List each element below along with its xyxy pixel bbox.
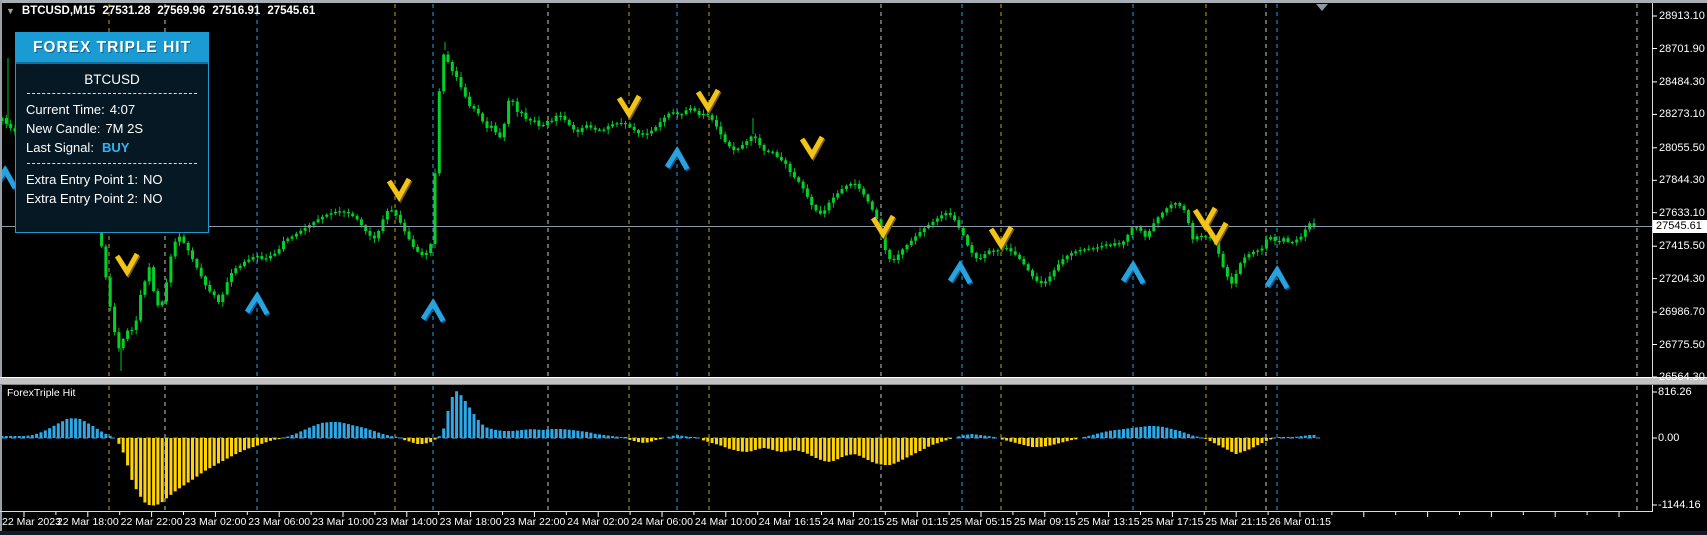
price-axis-label: 28273.10 <box>1659 108 1705 121</box>
panel-separator <box>27 93 197 94</box>
price-axis-label: 26564.30 <box>1659 371 1705 383</box>
symbol-dropdown-icon[interactable]: ▼ <box>6 6 15 16</box>
panel-row-last-signal: Last Signal: BUY <box>26 140 130 155</box>
chart-canvas[interactable] <box>0 0 1707 535</box>
price-axis-label: 28055.50 <box>1659 141 1705 154</box>
price-axis-label: 28913.10 <box>1659 10 1705 22</box>
panel-symbol: BTCUSD <box>84 72 140 87</box>
panel-row-current-time: Current Time: 4:07 <box>26 102 136 117</box>
window-bottom-border <box>0 531 1707 535</box>
price-axis-label: 27204.30 <box>1659 272 1705 285</box>
sell-arrow-icon <box>695 88 721 113</box>
current-price-tag: 27545.61 <box>1653 220 1707 233</box>
panel-title: FOREX TRIPLE HIT <box>16 33 208 64</box>
panel-separator <box>27 163 197 164</box>
subwindow-indicator-name: ForexTriple Hit <box>7 387 76 399</box>
last-signal-value: BUY <box>101 140 130 155</box>
sell-arrow-icon <box>616 94 642 119</box>
subwindow-separator[interactable] <box>0 377 1707 385</box>
ohlc-high: 27569.96 <box>157 5 206 17</box>
ohlc-close: 27545.61 <box>267 5 316 17</box>
sell-arrow-icon <box>1192 206 1218 231</box>
indicator-axis-label: -1144.16 <box>1658 499 1701 511</box>
mt4-chart-window: ▼ BTCUSD,M15 27531.28 27569.96 27516.91 27545… <box>0 0 1707 535</box>
price-axis-label: 28701.90 <box>1659 42 1705 55</box>
indicator-axis-label: 816.26 <box>1658 386 1692 398</box>
price-axis-label: 26775.50 <box>1659 338 1705 351</box>
ohlc-low: 27516.91 <box>212 5 261 17</box>
window-left-border <box>0 0 2 535</box>
time-axis-border <box>0 511 1653 512</box>
panel-row-extra-entry-1: Extra Entry Point 1: NO <box>26 172 163 187</box>
indicator-panel: FOREX TRIPLE HIT BTCUSD Current Time: 4:0… <box>15 32 209 233</box>
price-axis-label: 27633.10 <box>1659 206 1705 219</box>
window-top-border <box>0 0 1707 3</box>
buy-arrow-icon <box>947 260 973 285</box>
chart-title-ohlc: ▼ BTCUSD,M15 27531.28 27569.96 27516.91 27545… <box>6 5 315 17</box>
price-axis-label: 27415.50 <box>1659 240 1705 253</box>
panel-row-new-candle: New Candle: 7M 2S <box>26 121 144 136</box>
buy-arrow-icon <box>1120 260 1146 285</box>
sell-arrow-icon <box>799 135 825 160</box>
price-axis-label: 26986.70 <box>1659 306 1705 319</box>
sell-arrow-icon <box>114 252 140 277</box>
ohlc-open: 27531.28 <box>102 5 151 17</box>
oscillator-histogram <box>0 391 1316 506</box>
buy-arrow-icon <box>0 165 18 190</box>
indicator-axis-label: 0.00 <box>1658 432 1680 444</box>
price-axis-label: 27844.30 <box>1659 174 1705 187</box>
price-axis-label: 28484.30 <box>1659 75 1705 88</box>
sell-arrow-icon <box>870 214 896 239</box>
scroll-marker-icon[interactable] <box>1316 4 1328 11</box>
panel-row-extra-entry-2: Extra Entry Point 2: NO <box>26 191 163 206</box>
sell-arrow-icon <box>386 177 412 202</box>
time-axis-label: 26 Mar 01:15 <box>1269 516 1331 528</box>
symbol-period-label: BTCUSD,M15 <box>21 5 96 17</box>
